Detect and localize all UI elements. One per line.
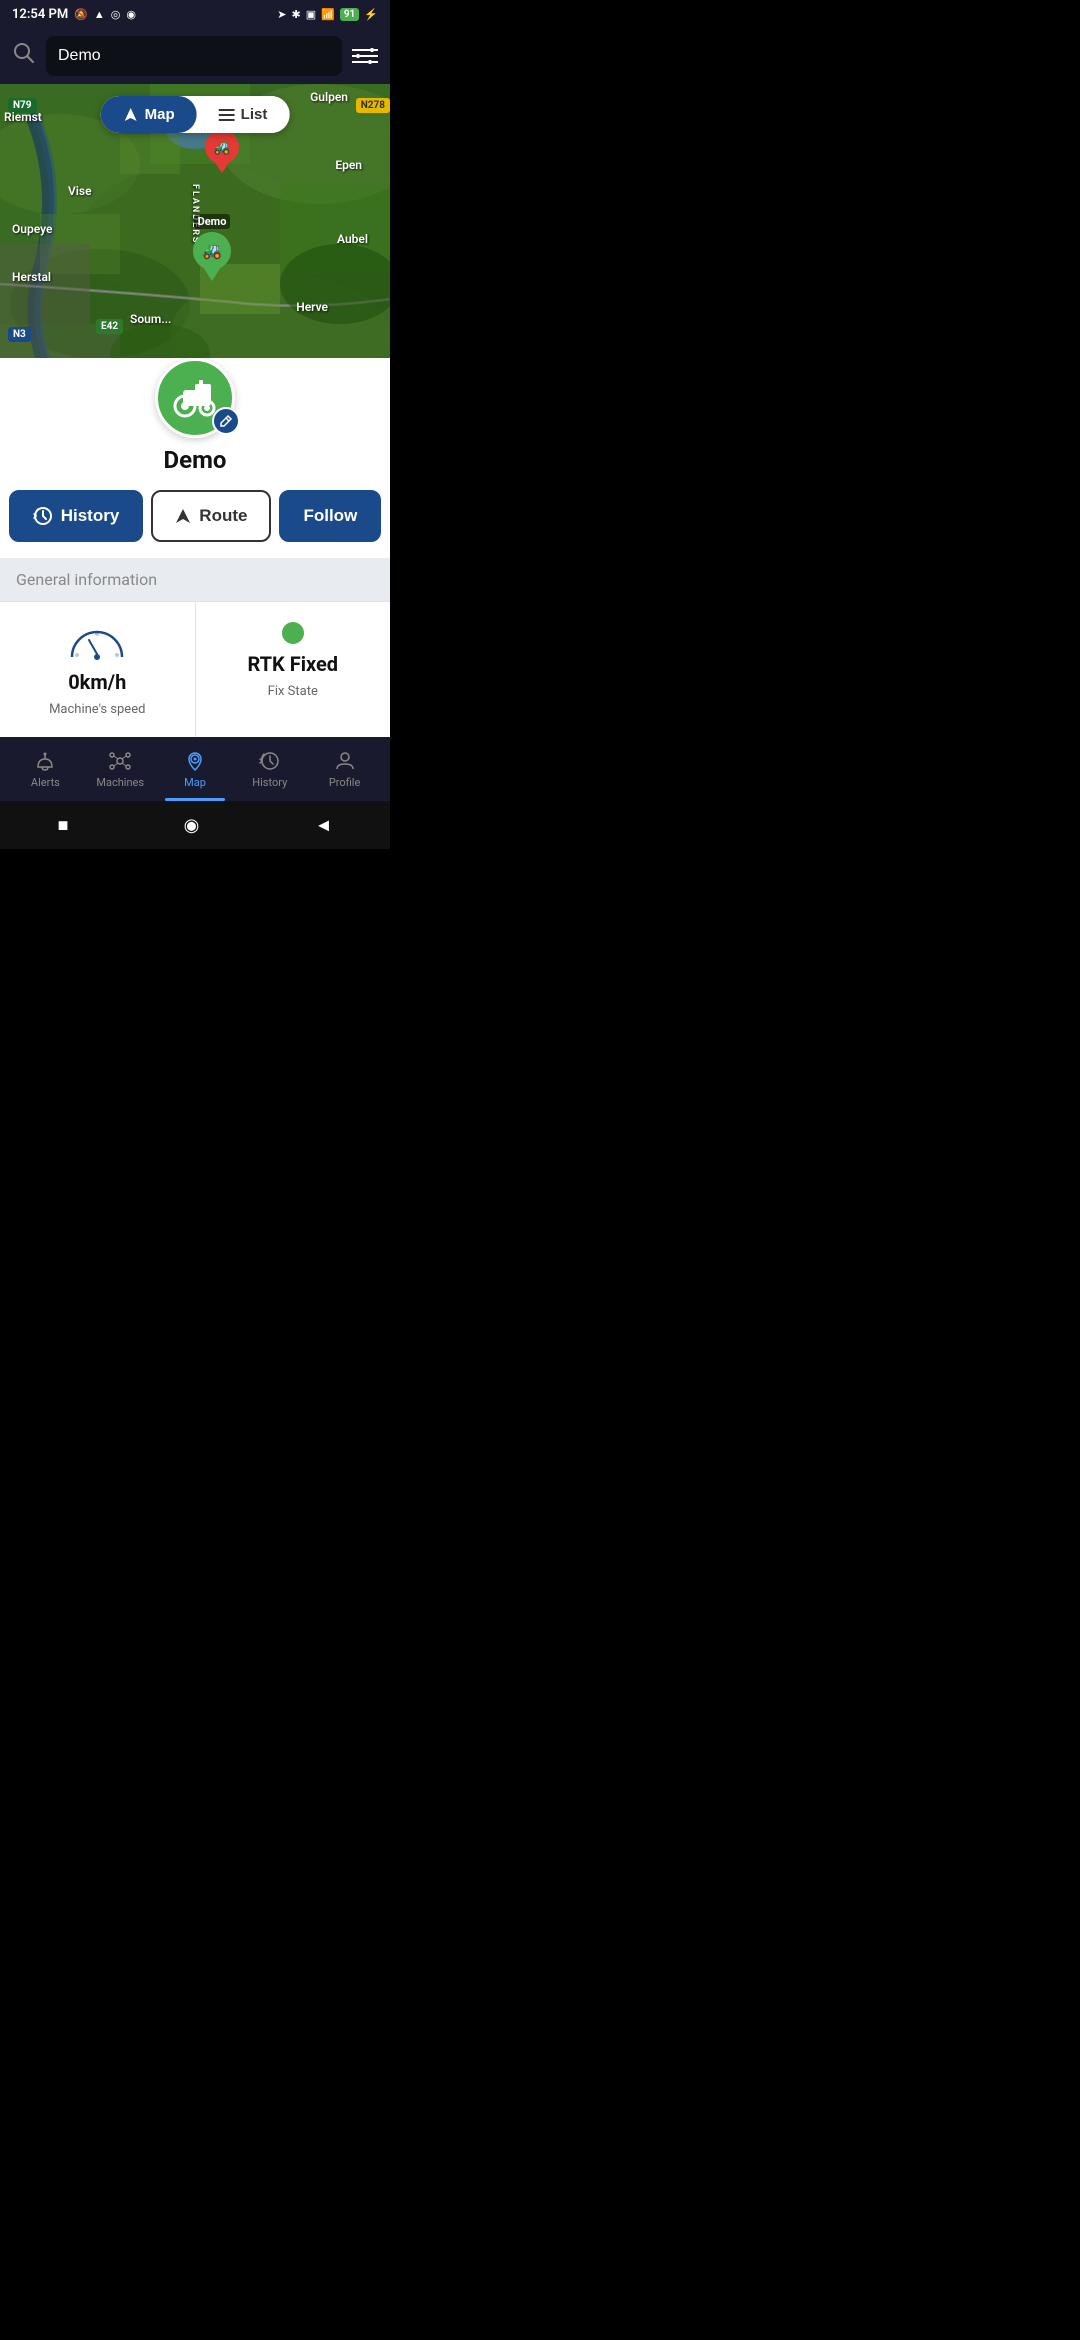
navigation-arrow-icon: ▲ bbox=[94, 8, 105, 21]
android-back-button[interactable]: ◄ bbox=[315, 815, 333, 836]
vehicle-avatar bbox=[155, 358, 235, 438]
nav-machines-label: Machines bbox=[96, 776, 144, 789]
nav-machines[interactable]: Machines bbox=[83, 749, 158, 789]
map-view-button[interactable]: Map bbox=[101, 96, 197, 133]
speed-value: 0km/h bbox=[68, 670, 126, 694]
bluetooth-icon: ✱ bbox=[291, 8, 300, 21]
nav-profile[interactable]: Profile bbox=[307, 749, 382, 789]
search-input-container[interactable] bbox=[46, 36, 342, 76]
follow-button[interactable]: Follow bbox=[279, 490, 381, 542]
wifi-icon: 📶 bbox=[321, 8, 335, 21]
nav-map[interactable]: Map bbox=[158, 749, 233, 789]
oupeye-label: Oupeye bbox=[12, 222, 52, 236]
nav-alerts-label: Alerts bbox=[31, 776, 60, 789]
svg-text:🚜: 🚜 bbox=[202, 241, 222, 260]
map-area[interactable]: N79 N278 N3 E42 Riemst Gulpen Epen Aubel… bbox=[0, 84, 390, 394]
n3-badge: N3 bbox=[8, 327, 31, 342]
rtk-label: Fix State bbox=[268, 684, 318, 699]
nav-map-label: Map bbox=[184, 776, 206, 789]
route-button[interactable]: Route bbox=[151, 490, 271, 542]
status-time: 12:54 PM bbox=[12, 7, 68, 22]
status-left: 12:54 PM 🔕 ▲ ◎ ◉ bbox=[12, 7, 136, 22]
list-view-button[interactable]: List bbox=[197, 96, 290, 133]
rtk-value: RTK Fixed bbox=[247, 652, 338, 676]
demo-marker-label: Demo bbox=[194, 214, 231, 229]
action-buttons: History Route Follow bbox=[0, 490, 390, 542]
vehicle-avatar-container bbox=[0, 358, 390, 438]
maps-icon: ◎ bbox=[111, 8, 121, 21]
herve-label: Herve bbox=[296, 300, 328, 314]
aubel-label: Aubel bbox=[337, 232, 368, 246]
android-home-button[interactable]: ◉ bbox=[184, 815, 200, 836]
n278-badge: N278 bbox=[356, 98, 390, 113]
vehicle-name: Demo bbox=[0, 446, 390, 474]
android-stop-button[interactable]: ■ bbox=[58, 815, 69, 836]
riemst-label: Riemst bbox=[4, 110, 42, 124]
nav-history-label: History bbox=[252, 776, 287, 789]
search-input[interactable] bbox=[58, 47, 330, 65]
gulpen-label: Gulpen bbox=[310, 90, 348, 104]
general-info-header: General information bbox=[0, 558, 390, 601]
herstal-label: Herstal bbox=[12, 270, 51, 284]
info-cards: 0km/h Machine's speed RTK Fixed Fix Stat… bbox=[0, 601, 390, 737]
epen-label: Epen bbox=[335, 158, 362, 172]
mute-icon: 🔕 bbox=[74, 8, 88, 21]
speed-card: 0km/h Machine's speed bbox=[0, 602, 196, 737]
edit-badge[interactable] bbox=[212, 407, 240, 435]
svg-text:🚜: 🚜 bbox=[213, 140, 230, 156]
status-right: ➤ ✱ ▣ 📶 91 ⚡ bbox=[277, 8, 378, 21]
rtk-status-dot bbox=[282, 622, 304, 644]
filter-icon[interactable] bbox=[352, 46, 378, 66]
android-nav: ■ ◉ ◄ bbox=[0, 801, 390, 849]
speed-label: Machine's speed bbox=[49, 702, 145, 717]
demo-marker[interactable]: Demo 🚜 bbox=[192, 214, 232, 281]
history-button[interactable]: History bbox=[9, 490, 144, 542]
status-bar: 12:54 PM 🔕 ▲ ◎ ◉ ➤ ✱ ▣ 📶 91 ⚡ bbox=[0, 0, 390, 28]
search-icon[interactable] bbox=[12, 41, 36, 71]
nav-history[interactable]: History bbox=[232, 749, 307, 789]
battery-saver-icon: ▣ bbox=[306, 8, 316, 21]
bottom-panel: Demo History Route Follow General inform… bbox=[0, 358, 390, 737]
nav-alerts[interactable]: Alerts bbox=[8, 749, 83, 789]
soum-label: Soum... bbox=[130, 312, 171, 326]
gps-icon: ➤ bbox=[277, 8, 286, 21]
nav-profile-label: Profile bbox=[329, 776, 360, 789]
battery-level: 91 bbox=[340, 8, 359, 21]
camera-icon: ◉ bbox=[126, 8, 136, 21]
map-toggle[interactable]: Map List bbox=[101, 96, 290, 133]
charging-icon: ⚡ bbox=[364, 8, 378, 21]
e42-badge: E42 bbox=[96, 319, 123, 334]
bottom-nav: Alerts Machines Map His bbox=[0, 737, 390, 801]
search-bar bbox=[0, 28, 390, 84]
fix-state-card: RTK Fixed Fix State bbox=[196, 602, 391, 737]
vise-label: Vise bbox=[68, 184, 92, 198]
nav-active-indicator bbox=[165, 798, 225, 801]
